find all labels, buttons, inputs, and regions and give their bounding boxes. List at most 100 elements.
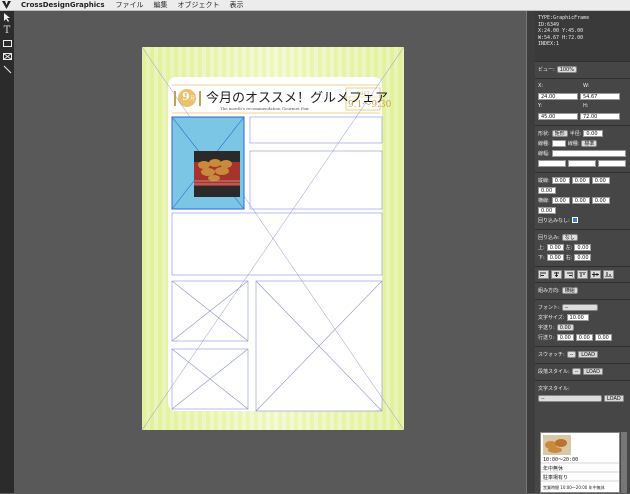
fill-color-field[interactable] (551, 139, 566, 147)
y-field[interactable]: 45.00 (538, 112, 578, 120)
menu-bar: CrossDesignGraphics ファイル 編集 オブジェクト 表示 (0, 0, 630, 11)
horizontal-line-field-3[interactable]: 0.00 (591, 196, 610, 204)
stroke-subfield-2[interactable] (568, 159, 596, 167)
align-center-icon[interactable] (551, 270, 562, 279)
horizontal-line-field-2[interactable]: 0.00 (571, 196, 590, 204)
x-field[interactable]: 24.00 (538, 92, 578, 100)
select-tool-icon[interactable] (0, 11, 14, 24)
wrap-top-field[interactable]: 0.00 (546, 243, 564, 251)
properties-panel: TYPE:GraphicFrame ID:6349 X:24.00 Y:45.0… (535, 11, 630, 493)
char-pitch-select[interactable]: 0.00 (556, 323, 574, 331)
char-style-select[interactable]: -- (538, 394, 602, 402)
font-size-field[interactable]: 10.00 (566, 313, 589, 321)
paragraph-style-select[interactable]: -- (571, 367, 582, 375)
month-badge-suffix: 月 (190, 96, 195, 102)
vertical-line-field-4[interactable]: 0.00 (538, 186, 556, 194)
vertical-line-field-3[interactable]: 0.00 (591, 176, 610, 184)
wrap-right-field[interactable]: 0.00 (574, 253, 592, 261)
w-field[interactable]: 54.67 (580, 92, 620, 100)
line-tool-icon[interactable] (0, 63, 14, 76)
wrap-left-label: 左: (565, 244, 573, 251)
tool-palette: T (0, 11, 14, 493)
date-range-label[interactable]: 9.1〜9.30 (348, 100, 392, 110)
align-right-icon[interactable] (564, 270, 575, 279)
document-canvas[interactable]: 9 月 今月のオススメ！グルメフェア The month's recommend… (14, 11, 526, 493)
stroke-subfield-1[interactable] (538, 159, 566, 167)
leading-field-3[interactable]: 0.00 (594, 333, 612, 341)
font-select[interactable]: -- (561, 303, 598, 311)
wrap-top-label: 上: (538, 244, 545, 251)
view-label: ビュー: (538, 66, 555, 73)
direction-section: 組み方向: 横組 (535, 282, 630, 299)
radius-field[interactable]: 0.00 (583, 129, 604, 137)
font-section: フォント: -- 文字サイズ: 10.00 字送り: 0.00 行送り: 0.0… (535, 299, 630, 346)
document-page[interactable]: 9 月 今月のオススメ！グルメフェア The month's recommend… (142, 47, 404, 430)
swatch-label: スウォッチ: (538, 351, 565, 358)
geometry-section: X: W: 24.00 54.67 Y: H: 45.00 72.00 (535, 78, 630, 125)
stroke-label: 線幅: (538, 150, 550, 157)
wrap-section: 回り込み: なし 上: 0.00 左: 0.00 下: 0.00 右: 0.00 (535, 229, 630, 266)
text-tool-icon[interactable]: T (0, 24, 14, 37)
char-style-section: 文字スタイル: -- LOAD (535, 380, 630, 407)
page-artwork: 9 月 今月のオススメ！グルメフェア The month's recommend… (142, 47, 404, 430)
leading-field-2[interactable]: 0.00 (575, 333, 593, 341)
wrap-bottom-field[interactable]: 0.00 (546, 253, 564, 261)
wrap-left-field[interactable]: 0.00 (574, 243, 592, 251)
paragraph-style-load-button[interactable]: LOAD (583, 367, 604, 375)
align-top-icon[interactable] (577, 270, 588, 279)
menu-view[interactable]: 表示 (229, 0, 243, 10)
zoom-select[interactable]: 100% (556, 65, 577, 73)
menu-object[interactable]: オブジェクト (177, 0, 219, 10)
horizontal-line-field-1[interactable]: 0.00 (551, 196, 570, 204)
app-name-menu[interactable]: CrossDesignGraphics (21, 1, 104, 9)
radius-label: 半径: (569, 130, 582, 137)
align-bottom-icon[interactable] (603, 270, 614, 279)
stroke-subfield-3[interactable] (598, 159, 626, 167)
object-info: TYPE:GraphicFrame ID:6349 X:24.00 Y:45.0… (535, 11, 630, 61)
h-field[interactable]: 72.00 (580, 112, 620, 120)
nowrap-checkbox[interactable] (571, 217, 578, 223)
image-frame-tool-icon[interactable] (0, 50, 14, 63)
horizontal-line-field-4[interactable]: 0.00 (538, 206, 556, 214)
line-label: 線種: (567, 140, 580, 147)
x-label: X: (538, 83, 544, 89)
char-style-load-button[interactable]: LOAD (604, 394, 624, 402)
shape-select[interactable]: 矩形 (551, 129, 568, 137)
line-style-select[interactable]: 標準 (581, 139, 598, 147)
vertical-line-field-2[interactable]: 0.00 (571, 176, 590, 184)
align-left-icon[interactable] (538, 270, 549, 279)
thumbnail-scrollbar[interactable] (621, 432, 627, 493)
wrap-right-label: 右: (565, 254, 573, 261)
wrap-label: 回り込み: (538, 234, 560, 241)
wrap-bottom-label: 下: (538, 254, 545, 261)
leading-label: 行送り: (538, 334, 555, 341)
thumbnail-art: 10:00〜20:00 年中無休 駐車場有り 営業時間 10:00〜20:00 … (541, 435, 619, 490)
menu-edit[interactable]: 編集 (153, 0, 167, 10)
info-index: INDEX:1 (538, 41, 560, 47)
vertical-line-field-1[interactable]: 0.00 (551, 176, 570, 184)
month-badge-number: 9 (182, 90, 190, 103)
thumb-parking: 駐車場有り (543, 474, 568, 481)
char-style-label: 文字スタイル: (538, 385, 570, 392)
year-label[interactable]: 2017 (357, 91, 370, 97)
shape-label: 形状: (538, 130, 550, 137)
rectangle-tool-icon[interactable] (0, 37, 14, 50)
menu-file[interactable]: ファイル (115, 0, 143, 10)
stroke-field[interactable] (551, 149, 626, 157)
app-logo-icon[interactable] (0, 0, 13, 11)
font-label: フォント: (538, 304, 560, 311)
fill-label: 線種: (538, 140, 550, 147)
wrap-select[interactable]: なし (561, 233, 578, 241)
page-subtitle[interactable]: The month's recommendation Gourmet Fair (220, 106, 309, 111)
swatch-select[interactable]: -- (566, 350, 577, 358)
leading-field-1[interactable]: 0.00 (556, 333, 574, 341)
font-size-label: 文字サイズ: (538, 314, 565, 321)
preview-thumbnail[interactable]: 10:00〜20:00 年中無休 駐車場有り 営業時間 10:00〜20:00 … (540, 432, 620, 493)
swatch-section: スウォッチ: -- LOAD (535, 346, 630, 363)
vertical-scrollbar[interactable] (526, 11, 535, 493)
swatch-load-button[interactable]: LOAD (578, 350, 599, 358)
direction-select[interactable]: 横組 (561, 286, 578, 294)
y-label: Y: (538, 103, 543, 109)
align-middle-icon[interactable] (590, 270, 601, 279)
shape-section: 形状: 矩形 半径: 0.00 線種: 線種: 標準 線幅: (535, 125, 630, 172)
